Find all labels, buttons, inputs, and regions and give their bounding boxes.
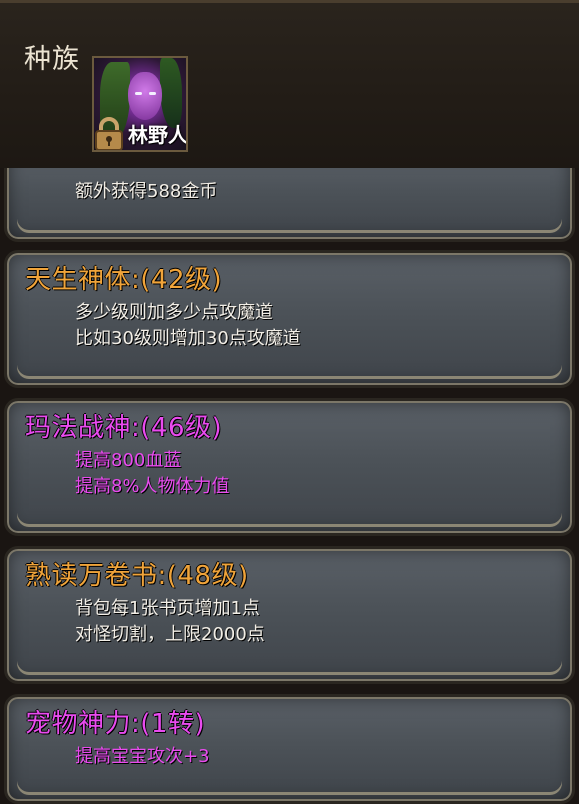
panel-line: 提高800血蓝: [75, 450, 182, 471]
panel-title: 熟读万卷书:(48级): [25, 561, 249, 591]
lock-icon: [95, 117, 123, 150]
race-avatar[interactable]: 林野人: [92, 56, 188, 152]
avatar-hair-right: [160, 58, 182, 128]
bonus-panel-3: 熟读万卷书:(48级) 背包每1张书页增加1点 对怪切割，上限2000点: [4, 546, 575, 684]
panel-line: 额外获得588金币: [75, 181, 218, 202]
bonus-panel-2: 玛法战神:(46级) 提高800血蓝 提高8%人物体力值: [4, 398, 575, 536]
panel-line: 提高8%人物体力值: [75, 476, 230, 497]
avatar-face: [128, 72, 162, 120]
panel-title: 宠物神力:(1转): [25, 709, 206, 739]
avatar-eye: [135, 92, 142, 95]
race-header: 种族 林野人: [0, 0, 579, 168]
bonus-panel-4: 宠物神力:(1转) 提高宝宝攻次+3: [4, 694, 575, 804]
panel-line: 背包每1张书页增加1点: [75, 598, 260, 619]
panel-title: 玛法战神:(46级): [25, 413, 223, 443]
panel-line: 对怪切割，上限2000点: [75, 624, 265, 645]
avatar-eye: [149, 92, 156, 95]
avatar-label: 林野人: [128, 123, 188, 147]
panel-line: 提高宝宝攻次+3: [75, 746, 210, 767]
panel-title: 天生神体:(42级): [25, 265, 223, 295]
bonus-panel-1: 天生神体:(42级) 多少级则加多少点攻魔道 比如30级则增加30点攻魔道: [4, 250, 575, 388]
panel-line: 多少级则加多少点攻魔道: [75, 302, 273, 323]
page-title: 种族: [24, 44, 80, 75]
panel-line: 比如30级则增加30点攻魔道: [75, 328, 301, 349]
